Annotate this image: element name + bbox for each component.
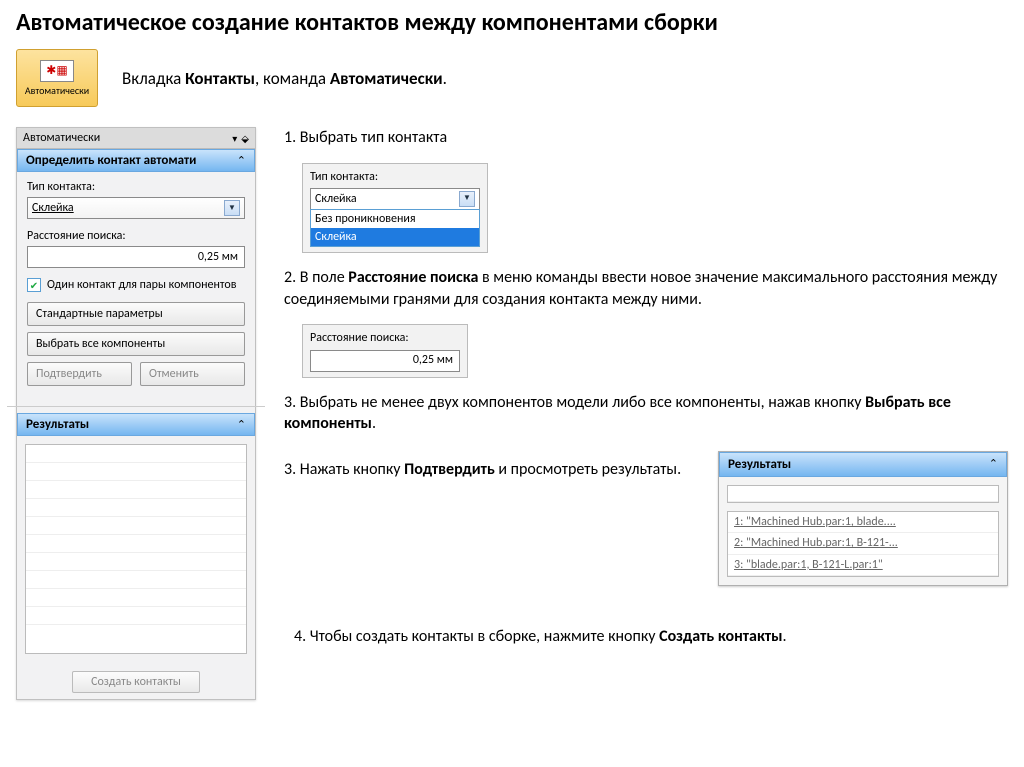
results-preview-panel: Результаты ⌃ 1: "Machined Hub.par:1, bla… xyxy=(718,451,1008,586)
divider xyxy=(7,406,265,407)
results-preview-header[interactable]: Результаты ⌃ xyxy=(719,452,1007,478)
type-label: Тип контакта: xyxy=(27,180,245,194)
intro-text: Вкладка Контакты, команда Автоматически. xyxy=(122,68,447,89)
option-glue[interactable]: Склейка xyxy=(311,228,479,246)
auto-contact-panel: Автоматически ▾ ⬙ Определить контакт авт… xyxy=(16,127,256,700)
chevron-down-icon: ▼ xyxy=(459,191,475,207)
select-all-button[interactable]: Выбрать все компоненты xyxy=(27,332,245,356)
create-contacts-button[interactable]: Создать контакты xyxy=(72,671,200,693)
result-row[interactable]: 2: "Machined Hub.par:1, B-121-... xyxy=(728,533,998,554)
std-params-button[interactable]: Стандартные параметры xyxy=(27,302,245,326)
chevron-down-icon: ▼ xyxy=(224,200,240,216)
step-4: 4. Чтобы создать контакты в сборке, нажм… xyxy=(294,626,1008,648)
chevron-up-icon: ⌃ xyxy=(237,418,246,431)
panel-tab: Автоматически ▾ ⬙ xyxy=(17,128,255,149)
result-row[interactable]: 1: "Machined Hub.par:1, blade.... xyxy=(728,512,998,533)
panel-section-header[interactable]: Определить контакт автомати ⌃ xyxy=(17,149,255,172)
auto-contact-icon: ✱▦ xyxy=(40,60,74,82)
type-dropdown-preview: Тип контакта: Склейка ▼ Без проникновени… xyxy=(302,163,488,254)
ribbon-button-label: Автоматически xyxy=(25,84,89,97)
step-1: 1. Выбрать тип контакта xyxy=(284,127,1008,149)
dropdown-list: Без проникновения Склейка xyxy=(310,209,480,247)
confirm-button[interactable]: Подтвердить xyxy=(27,362,132,386)
contact-type-combo[interactable]: Склейка ▼ xyxy=(27,197,245,219)
distance-input[interactable]: 0,25 мм xyxy=(27,246,245,268)
distance-preview: Расстояние поиска: 0,25 мм xyxy=(302,324,468,377)
step-2: 2. В поле Расстояние поиска в меню коман… xyxy=(284,267,1008,310)
results-section-header[interactable]: Результаты ⌃ xyxy=(17,413,255,436)
step-3a: 3. Выбрать не менее двух компонентов мод… xyxy=(284,392,1008,435)
checkbox-label: Один контакт для пары компонентов xyxy=(47,278,236,292)
option-no-penetration[interactable]: Без проникновения xyxy=(311,210,479,228)
dropdown-icon[interactable]: ▾ xyxy=(232,132,237,145)
distance-input-preview[interactable]: 0,25 мм xyxy=(310,350,460,372)
page-title: Автоматическое создание контактов между … xyxy=(16,8,1008,37)
chevron-up-icon: ⌃ xyxy=(237,154,246,167)
ribbon-auto-button[interactable]: ✱▦ Автоматически xyxy=(16,49,98,107)
type-combo-preview[interactable]: Склейка ▼ xyxy=(310,188,480,210)
single-contact-checkbox[interactable]: ✔ xyxy=(27,278,41,292)
instructions-body: 1. Выбрать тип контакта Тип контакта: Ск… xyxy=(284,127,1008,700)
result-row[interactable]: 3: "blade.par:1, B-121-L.par:1" xyxy=(728,555,998,576)
chevron-up-icon: ⌃ xyxy=(989,457,998,472)
pin-icon[interactable]: ⬙ xyxy=(241,132,249,145)
results-list xyxy=(25,444,247,654)
distance-label: Расстояние поиска: xyxy=(27,229,245,243)
cancel-button[interactable]: Отменить xyxy=(140,362,245,386)
